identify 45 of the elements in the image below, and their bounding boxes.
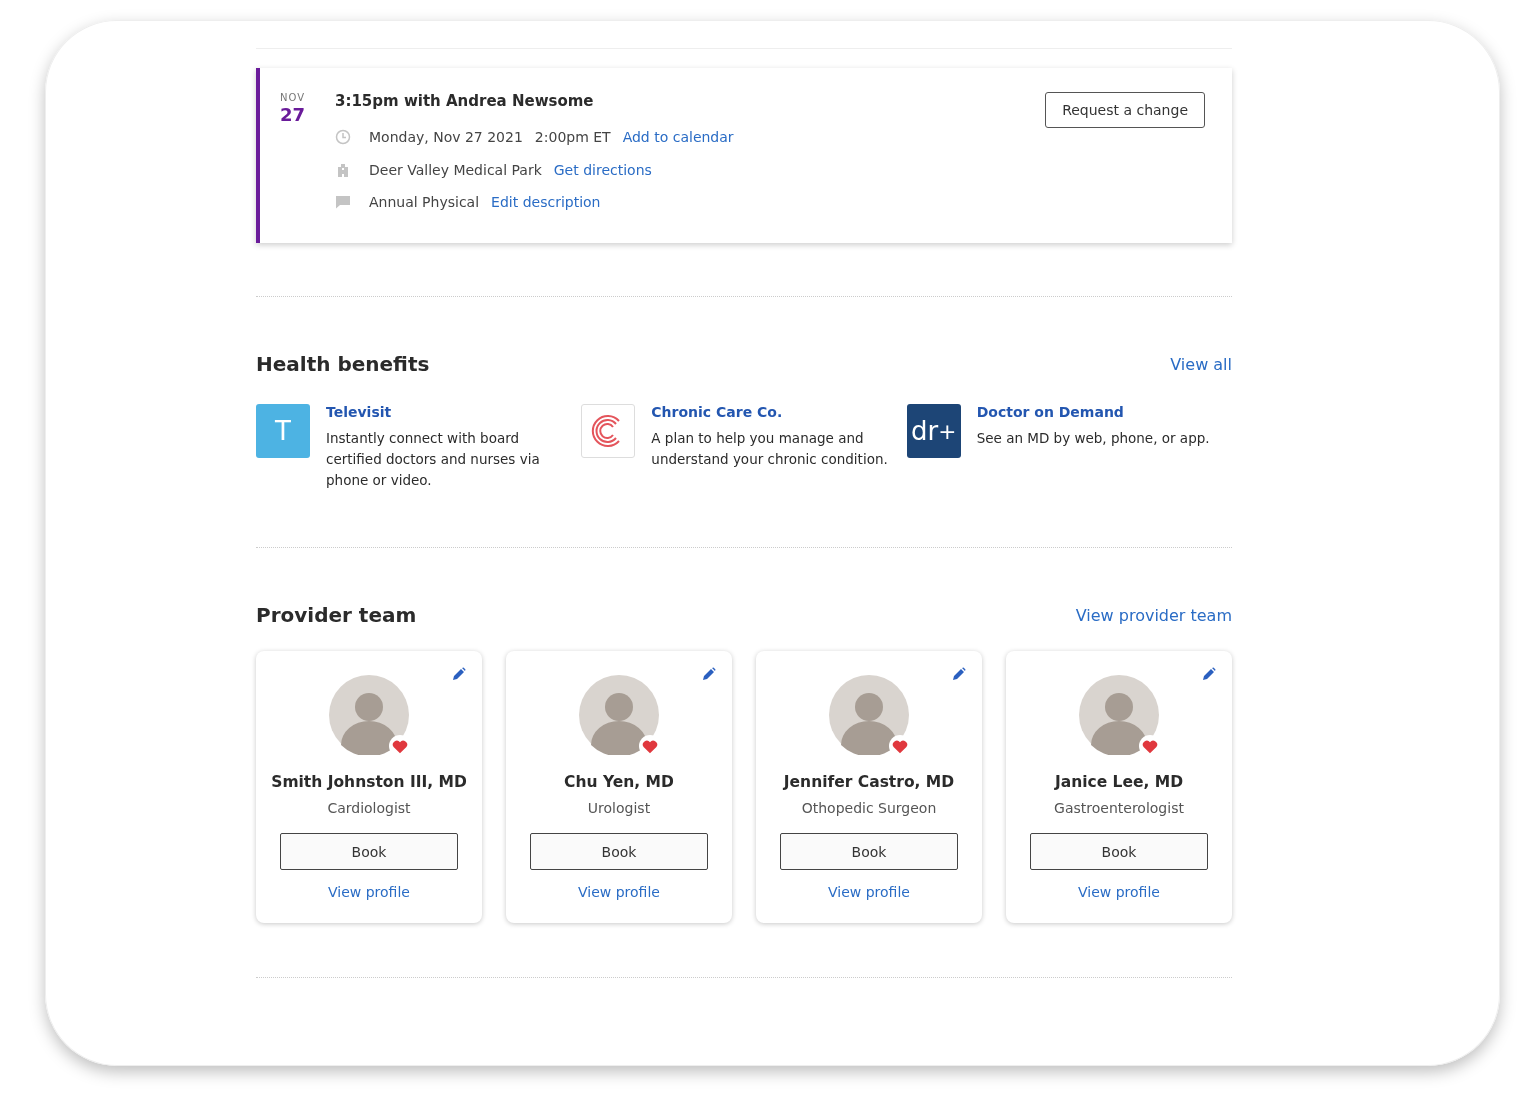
- provider-specialty: Urologist: [587, 800, 651, 816]
- view-profile-link[interactable]: View profile: [1078, 884, 1160, 900]
- provider-specialty: Othopedic Surgeon: [801, 800, 937, 816]
- benefit-description: A plan to help you manage and understand your chronic condition.: [651, 429, 889, 469]
- pencil-icon: [702, 667, 716, 681]
- pencil-icon: [952, 667, 966, 681]
- view-profile-link[interactable]: View profile: [578, 884, 660, 900]
- view-all-link[interactable]: View all: [1170, 354, 1232, 374]
- provider-specialty: Cardiologist: [327, 800, 411, 816]
- section-title: Provider team: [256, 603, 417, 627]
- provider-name: Smith Johnston III, MD: [271, 773, 467, 791]
- detail-text: Deer Valley Medical Park: [369, 161, 542, 178]
- request-change-button[interactable]: Request a change: [1045, 92, 1205, 128]
- detail-text: Monday, Nov 27 2021: [369, 129, 523, 146]
- book-button[interactable]: Book: [530, 833, 708, 870]
- speech-bubble-icon: [335, 194, 351, 211]
- provider-name: Chu Yen, MD: [564, 773, 674, 791]
- view-profile-link[interactable]: View profile: [828, 884, 910, 900]
- view-profile-link[interactable]: View profile: [328, 884, 410, 900]
- appointment-title: 3:15pm with Andrea Newsome: [335, 92, 595, 110]
- date-month: NOV: [280, 92, 307, 103]
- benefit-link[interactable]: Doctor on Demand: [976, 404, 1227, 420]
- detail-text: Annual Physical: [369, 194, 480, 211]
- section-title: Health benefits: [256, 352, 430, 376]
- book-button[interactable]: Book: [780, 833, 958, 870]
- book-button[interactable]: Book: [280, 833, 458, 870]
- benefit-description: See an MD by web, phone, or app.: [976, 429, 1211, 448]
- provider-name: Jennifer Castro, MD: [783, 773, 955, 791]
- detail-time: 2:00pm ET: [534, 129, 611, 146]
- view-provider-team-link[interactable]: View provider team: [1075, 605, 1232, 625]
- benefit-link[interactable]: Televisit: [326, 404, 576, 420]
- pencil-icon: [452, 667, 466, 681]
- pencil-icon: [1202, 667, 1216, 681]
- benefit-description: Instantly connect with board certified doctors and nurses via phone or video.: [326, 429, 541, 490]
- letter-logo: T: [256, 404, 310, 458]
- detail-link[interactable]: Get directions: [553, 161, 652, 178]
- provider-specialty: Gastroenterologist: [1054, 800, 1184, 816]
- provider-name: Janice Lee, MD: [1054, 773, 1184, 791]
- building-icon: [335, 161, 351, 178]
- detail-link[interactable]: Add to calendar: [622, 129, 734, 146]
- date-day: 27: [280, 104, 335, 125]
- detail-link[interactable]: Edit description: [491, 194, 601, 211]
- book-button[interactable]: Book: [1030, 833, 1208, 870]
- clock-icon: [335, 129, 351, 146]
- benefit-link[interactable]: Chronic Care Co.: [651, 404, 902, 420]
